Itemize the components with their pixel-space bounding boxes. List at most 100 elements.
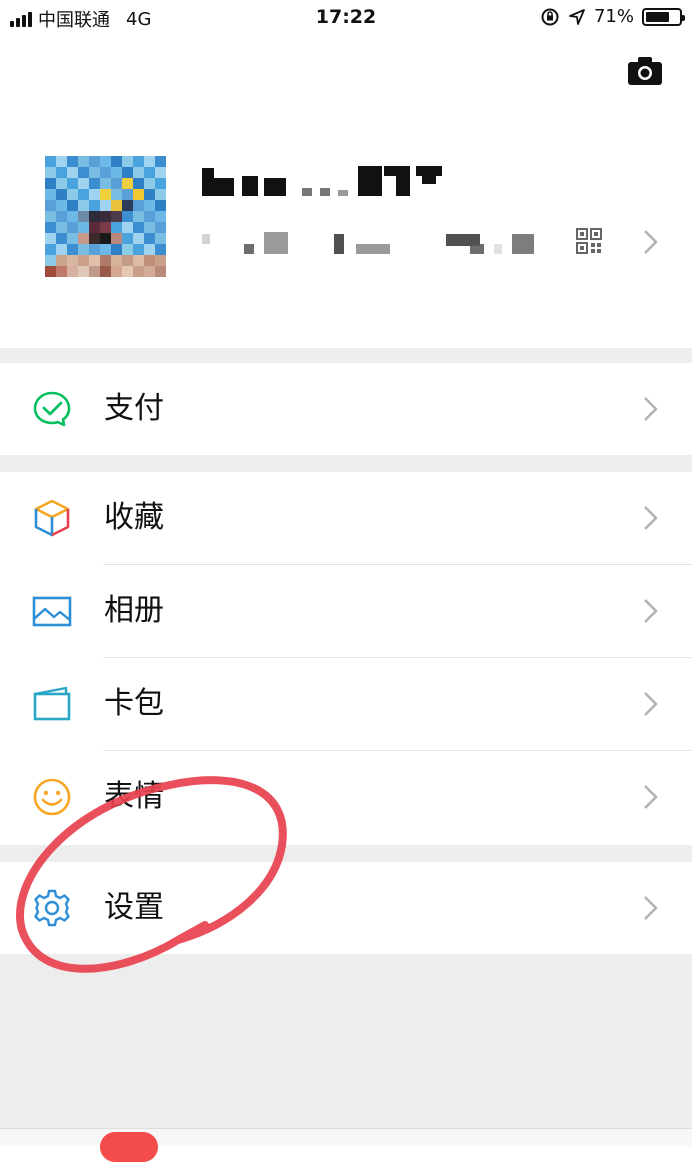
- chevron-right-icon: [644, 506, 658, 530]
- menu-item-label: 收藏: [104, 500, 164, 535]
- avatar-pixel: [67, 266, 78, 277]
- avatar-pixel: [45, 178, 56, 189]
- avatar-pixel: [56, 211, 67, 222]
- avatar-pixel: [45, 255, 56, 266]
- avatar-pixel: [122, 189, 133, 200]
- menu-item-stickers[interactable]: 表情: [0, 751, 692, 843]
- avatar-pixel: [78, 167, 89, 178]
- avatar-pixel: [144, 200, 155, 211]
- avatar-pixel: [89, 255, 100, 266]
- avatar-pixel: [78, 200, 89, 211]
- battery-icon: [642, 7, 685, 26]
- card-wallet-icon: [33, 686, 71, 721]
- avatar-pixel: [78, 211, 89, 222]
- qr-code-icon[interactable]: [576, 228, 602, 254]
- menu-item-settings[interactable]: 设置: [0, 862, 692, 954]
- avatar-pixel: [100, 156, 111, 167]
- menu-item-label: 表情: [104, 779, 164, 814]
- avatar-pixel: [89, 211, 100, 222]
- gear-icon: [34, 889, 70, 927]
- camera-icon[interactable]: [627, 56, 663, 86]
- avatar-pixel: [67, 222, 78, 233]
- avatar-pixel: [45, 156, 56, 167]
- nickname-redacted: [202, 164, 462, 198]
- menu-item-album[interactable]: 相册: [0, 565, 692, 657]
- avatar-pixel: [100, 211, 111, 222]
- cube-icon: [34, 499, 70, 537]
- avatar-pixel: [78, 178, 89, 189]
- chevron-right-icon: [644, 692, 658, 716]
- avatar-pixel: [45, 222, 56, 233]
- avatar-pixel: [67, 233, 78, 244]
- status-bar: 中国联通 4G 17:22 71%: [0, 0, 692, 36]
- avatar-pixel: [111, 167, 122, 178]
- chevron-right-icon[interactable]: [642, 228, 660, 256]
- avatar-pixel: [111, 222, 122, 233]
- avatar-pixel: [89, 156, 100, 167]
- avatar-pixel: [67, 167, 78, 178]
- chevron-right-icon: [644, 896, 658, 920]
- avatar-pixel: [45, 211, 56, 222]
- avatar-pixel: [100, 266, 111, 277]
- avatar-pixel: [78, 189, 89, 200]
- avatar-pixel: [56, 167, 67, 178]
- battery-percent: 71%: [593, 6, 634, 27]
- avatar-pixel: [111, 211, 122, 222]
- avatar-pixel: [56, 255, 67, 266]
- avatar-pixel: [133, 255, 144, 266]
- avatar-pixel: [100, 222, 111, 233]
- avatar-pixel: [133, 222, 144, 233]
- empty-area: [0, 954, 692, 1145]
- avatar-pixel: [155, 266, 166, 277]
- avatar-pixel: [155, 233, 166, 244]
- avatar-pixel: [78, 266, 89, 277]
- avatar-pixel: [100, 233, 111, 244]
- avatar-pixel: [100, 178, 111, 189]
- avatar-pixel: [56, 222, 67, 233]
- avatar-pixel: [78, 255, 89, 266]
- avatar-pixel: [155, 255, 166, 266]
- section-gap: [0, 845, 692, 862]
- menu-item-cards[interactable]: 卡包: [0, 658, 692, 750]
- avatar-pixel: [111, 233, 122, 244]
- avatar-pixel: [56, 200, 67, 211]
- avatar-pixel: [89, 200, 100, 211]
- avatar-pixel: [45, 200, 56, 211]
- avatar-pixel: [78, 244, 89, 255]
- avatar-pixel: [89, 266, 100, 277]
- avatar-pixel: [45, 233, 56, 244]
- avatar-pixel: [89, 222, 100, 233]
- avatar-pixel: [89, 178, 100, 189]
- avatar-pixel: [122, 255, 133, 266]
- avatar-pixel: [67, 156, 78, 167]
- avatar-pixel: [78, 156, 89, 167]
- avatar-pixel: [144, 233, 155, 244]
- avatar-pixel: [56, 189, 67, 200]
- avatar-pixel: [144, 255, 155, 266]
- avatar-pixel: [133, 233, 144, 244]
- avatar-pixel: [56, 178, 67, 189]
- avatar-pixel: [67, 178, 78, 189]
- avatar-pixel: [144, 222, 155, 233]
- avatar-pixel: [67, 189, 78, 200]
- avatar-pixel: [100, 255, 111, 266]
- rotation-lock-icon: [541, 8, 559, 25]
- wechat-id-redacted: [202, 230, 542, 256]
- avatar-pixel: [111, 244, 122, 255]
- avatar-pixel: [100, 167, 111, 178]
- avatar-pixel: [133, 200, 144, 211]
- menu-item-favorites[interactable]: 收藏: [0, 472, 692, 564]
- avatar-pixel: [122, 233, 133, 244]
- avatar-pixel: [56, 266, 67, 277]
- avatar-pixel: [100, 244, 111, 255]
- menu-item-pay[interactable]: 支付: [0, 363, 692, 455]
- avatar-pixel: [111, 200, 122, 211]
- avatar-pixel: [111, 178, 122, 189]
- avatar-pixel: [45, 189, 56, 200]
- avatar-pixel: [111, 266, 122, 277]
- chevron-right-icon: [644, 397, 658, 421]
- menu-item-label: 相册: [104, 593, 164, 628]
- wechat-pay-icon: [33, 391, 71, 427]
- avatar[interactable]: [45, 156, 167, 278]
- avatar-pixel: [56, 244, 67, 255]
